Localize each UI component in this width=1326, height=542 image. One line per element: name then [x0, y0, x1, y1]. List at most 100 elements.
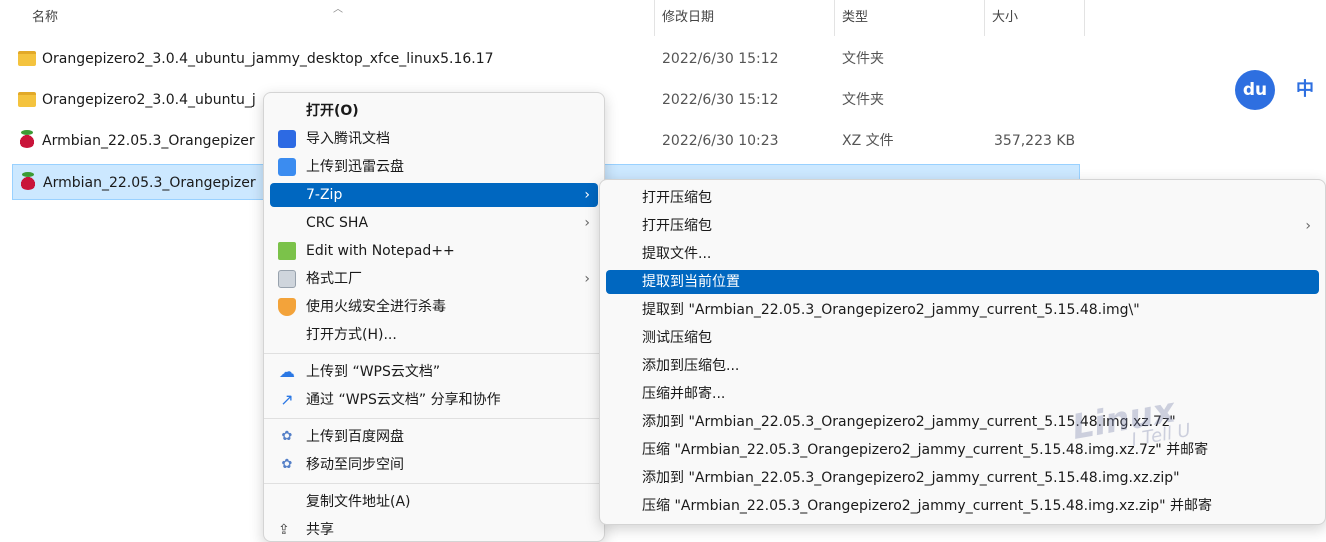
header-size[interactable]: 大小 — [992, 0, 1018, 36]
submenu-item-7zip[interactable]: 添加到 "Armbian_22.05.3_Orangepizero2_jammy… — [606, 410, 1319, 434]
menu-item-format-factory[interactable]: 格式工厂 › — [270, 267, 598, 291]
menu-separator — [264, 353, 604, 354]
submenu-item-7zip[interactable]: 测试压缩包 — [606, 326, 1319, 350]
file-name: Armbian_22.05.3_Orangepizer — [42, 133, 255, 149]
chevron-right-icon: › — [584, 215, 590, 231]
submenu-item-7zip[interactable]: 压缩并邮寄... — [606, 382, 1319, 406]
folder-icon — [18, 92, 36, 107]
huorong-shield-icon — [278, 298, 296, 316]
submenu-item-7zip[interactable]: 提取到 "Armbian_22.05.3_Orangepizero2_jammy… — [606, 298, 1319, 322]
menu-item-import-tencent[interactable]: 导入腾讯文档 — [270, 127, 598, 151]
raspberry-icon — [19, 172, 37, 190]
menu-label: 添加到压缩包... — [642, 358, 740, 374]
menu-label: 打开方式(H)... — [306, 327, 397, 343]
menu-label: Edit with Notepad++ — [306, 243, 455, 259]
file-size: 357,223 KB — [994, 133, 1076, 149]
menu-label: 打开(O) — [306, 103, 359, 119]
menu-item-upload-baidu[interactable]: ✿ 上传到百度网盘 — [270, 425, 598, 449]
submenu-item-7zip[interactable]: 添加到 "Armbian_22.05.3_Orangepizero2_jammy… — [606, 466, 1319, 490]
submenu-item-7zip[interactable]: 打开压缩包 — [606, 186, 1319, 210]
ime-indicator[interactable]: du 中 — [1232, 68, 1326, 112]
share-icon: ↗ — [280, 390, 294, 409]
menu-item-upload-wps[interactable]: ☁ 上传到 “WPS云文档” — [270, 360, 598, 384]
context-menu: 打开(O) 导入腾讯文档 上传到迅雷云盘 7-Zip › CRC SHA › E… — [263, 92, 605, 542]
sync-space-icon: ✿ — [281, 457, 293, 472]
menu-label: 导入腾讯文档 — [306, 131, 390, 147]
menu-label: 使用火绒安全进行杀毒 — [306, 299, 446, 315]
file-name: Orangepizero2_3.0.4_ubuntu_jammy_desktop… — [42, 51, 494, 67]
baidu-netdisk-icon: ✿ — [281, 429, 293, 444]
header-divider[interactable] — [1084, 0, 1085, 36]
file-type: 文件夹 — [842, 51, 884, 67]
menu-item-open[interactable]: 打开(O) — [270, 99, 598, 123]
menu-label: 移动至同步空间 — [306, 457, 404, 473]
menu-item-move-sync[interactable]: ✿ 移动至同步空间 — [270, 453, 598, 477]
chevron-right-icon: › — [584, 187, 590, 203]
chevron-right-icon: › — [1305, 218, 1311, 234]
folder-icon — [18, 51, 36, 66]
menu-item-upload-xunlei[interactable]: 上传到迅雷云盘 — [270, 155, 598, 179]
menu-item-notepad[interactable]: Edit with Notepad++ — [270, 239, 598, 263]
header-divider[interactable] — [834, 0, 835, 36]
file-name: Orangepizero2_3.0.4_ubuntu_j — [42, 92, 256, 108]
menu-separator — [264, 483, 604, 484]
file-row[interactable]: Orangepizero2_3.0.4_ubuntu_jammy_desktop… — [12, 41, 1080, 77]
menu-label: 上传到 “WPS云文档” — [306, 364, 441, 380]
menu-item-open-with[interactable]: 打开方式(H)... — [270, 323, 598, 347]
menu-item-share-wps[interactable]: ↗ 通过 “WPS云文档” 分享和协作 — [270, 388, 598, 412]
menu-item-7zip[interactable]: 7-Zip › — [270, 183, 598, 207]
file-date: 2022/6/30 15:12 — [662, 51, 779, 67]
header-type[interactable]: 类型 — [842, 0, 868, 36]
menu-label: 共享 — [306, 522, 334, 538]
menu-separator — [264, 418, 604, 419]
menu-item-share[interactable]: ⇪ 共享 — [270, 518, 598, 542]
menu-label: 测试压缩包 — [642, 330, 712, 346]
notepad-plus-icon — [278, 242, 296, 260]
menu-label: 上传到百度网盘 — [306, 429, 404, 445]
sort-ascending-icon: ︿ — [333, 4, 343, 15]
format-factory-icon — [278, 270, 296, 288]
header-divider[interactable] — [984, 0, 985, 36]
submenu-item-7zip[interactable]: 提取到当前位置 — [606, 270, 1319, 294]
tencent-docs-icon — [278, 130, 296, 148]
menu-label: 添加到 "Armbian_22.05.3_Orangepizero2_jammy… — [642, 470, 1180, 486]
baidu-ime-icon[interactable]: du — [1235, 70, 1275, 110]
menu-item-huorong-scan[interactable]: 使用火绒安全进行杀毒 — [270, 295, 598, 319]
chevron-right-icon: › — [584, 271, 590, 287]
submenu-item-7zip[interactable]: 添加到压缩包... — [606, 354, 1319, 378]
file-date: 2022/6/30 10:23 — [662, 133, 779, 149]
submenu-item-7zip[interactable]: 打开压缩包 › — [606, 214, 1319, 238]
menu-label: 打开压缩包 — [642, 190, 712, 206]
cloud-upload-icon: ☁ — [279, 362, 295, 381]
submenu-item-7zip[interactable]: 提取文件... — [606, 242, 1319, 266]
menu-label: 提取到 "Armbian_22.05.3_Orangepizero2_jammy… — [642, 302, 1140, 318]
menu-label: 提取文件... — [642, 246, 712, 262]
header-name[interactable]: 名称 — [32, 0, 58, 36]
menu-label: 压缩 "Armbian_22.05.3_Orangepizero2_jammy_… — [642, 442, 1209, 458]
column-header: 名称 ︿ 修改日期 类型 大小 — [0, 0, 1326, 36]
menu-item-copy-path[interactable]: 复制文件地址(A) — [270, 490, 598, 514]
menu-label: 提取到当前位置 — [642, 274, 740, 290]
ime-mode-chinese[interactable]: 中 — [1284, 68, 1326, 112]
header-divider[interactable] — [654, 0, 655, 36]
menu-item-crc-sha[interactable]: CRC SHA › — [270, 211, 598, 235]
share-icon: ⇪ — [278, 522, 290, 538]
file-date: 2022/6/30 15:12 — [662, 92, 779, 108]
header-date[interactable]: 修改日期 — [662, 0, 714, 36]
menu-label: 添加到 "Armbian_22.05.3_Orangepizero2_jammy… — [642, 414, 1176, 430]
submenu-item-7zip[interactable]: 压缩 "Armbian_22.05.3_Orangepizero2_jammy_… — [606, 438, 1319, 462]
raspberry-icon — [18, 130, 36, 148]
file-type: 文件夹 — [842, 92, 884, 108]
menu-label: 格式工厂 — [306, 271, 362, 287]
file-name: Armbian_22.05.3_Orangepizer — [43, 175, 256, 191]
menu-label: 打开压缩包 — [642, 218, 712, 234]
menu-label: CRC SHA — [306, 215, 369, 231]
submenu-7zip: 打开压缩包 打开压缩包 › 提取文件... 提取到当前位置 提取到 "Armbian_22… — [599, 179, 1326, 525]
menu-label: 压缩 "Armbian_22.05.3_Orangepizero2_jammy_… — [642, 498, 1213, 514]
menu-label: 通过 “WPS云文档” 分享和协作 — [306, 392, 501, 408]
submenu-item-7zip[interactable]: 压缩 "Armbian_22.05.3_Orangepizero2_jammy_… — [606, 494, 1319, 518]
menu-label: 复制文件地址(A) — [306, 494, 411, 510]
menu-label: 上传到迅雷云盘 — [306, 159, 404, 175]
file-type: XZ 文件 — [842, 133, 894, 149]
menu-label: 7-Zip — [306, 187, 343, 203]
